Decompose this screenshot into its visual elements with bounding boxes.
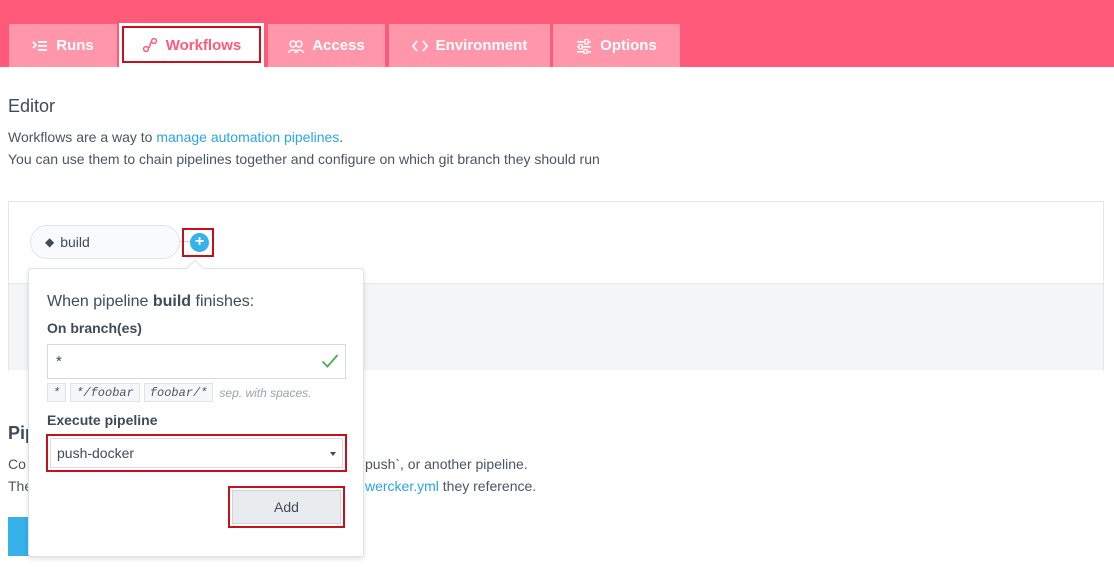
branch-input[interactable] xyxy=(47,344,346,379)
execute-pipeline-highlight: push-docker xyxy=(46,434,347,472)
workflow-icon xyxy=(142,37,157,53)
pipelines-desc-prefix1: Co xyxy=(8,456,26,472)
tab-access[interactable]: Access xyxy=(268,24,385,67)
pipelines-desc-line2: wercker.yml they reference. xyxy=(365,478,537,494)
branch-hints: * */foobar foobar/* sep. with spaces. xyxy=(47,383,311,402)
tab-label: Workflows xyxy=(165,36,242,54)
top-navigation-bar: Runs Workflows Access Environment Option… xyxy=(0,0,1114,67)
popover-heading: When pipeline build finishes: xyxy=(47,293,255,310)
sliders-icon xyxy=(577,38,592,54)
editor-title: Editor xyxy=(8,96,56,116)
code-icon xyxy=(411,39,428,52)
tab-label: Options xyxy=(600,37,657,54)
check-icon xyxy=(321,354,339,368)
tab-label: Access xyxy=(312,37,365,54)
branch-label: On branch(es) xyxy=(47,320,142,336)
tab-options[interactable]: Options xyxy=(553,24,680,67)
source-pipeline-name: build xyxy=(152,293,192,310)
manage-pipelines-link[interactable]: manage automation pipelines xyxy=(156,129,339,145)
execute-pipeline-select[interactable]: push-docker xyxy=(50,438,343,468)
tab-environment[interactable]: Environment xyxy=(389,24,550,67)
tab-runs[interactable]: Runs xyxy=(9,24,117,67)
selected-pipeline: push-docker xyxy=(57,445,135,461)
branch-hint-text: sep. with spaces. xyxy=(219,385,312,400)
wercker-yml-link[interactable]: wercker.yml xyxy=(365,478,439,494)
branch-hint: * xyxy=(47,383,67,402)
pipelines-desc-line1: push`, or another pipeline. xyxy=(365,456,528,472)
add-pipeline-highlight: + xyxy=(182,228,214,257)
execute-pipeline-label: Execute pipeline xyxy=(47,412,158,428)
branch-hint: foobar/* xyxy=(143,383,214,402)
tab-workflows[interactable]: Workflows xyxy=(119,23,264,67)
git-icon: ◆ xyxy=(45,235,55,249)
users-icon xyxy=(288,39,305,53)
new-workflow-popover: When pipeline build finishes: On branch(… xyxy=(28,259,364,557)
editor-description-line2: You can use them to chain pipelines toge… xyxy=(8,151,600,167)
pipeline-node-build[interactable]: ◆ build xyxy=(30,225,180,259)
tab-label: Runs xyxy=(56,37,94,54)
list-icon xyxy=(32,40,48,51)
caret-down-icon xyxy=(330,452,336,456)
add-button-highlight: Add xyxy=(228,486,345,528)
pipeline-node-label: build xyxy=(60,234,90,250)
add-pipeline-button[interactable]: + xyxy=(190,233,209,252)
add-button[interactable]: Add xyxy=(232,490,341,524)
tab-label: Environment xyxy=(435,37,528,54)
editor-description-line1: Workflows are a way to manage automation… xyxy=(8,129,344,145)
branch-hint: */foobar xyxy=(70,383,140,402)
